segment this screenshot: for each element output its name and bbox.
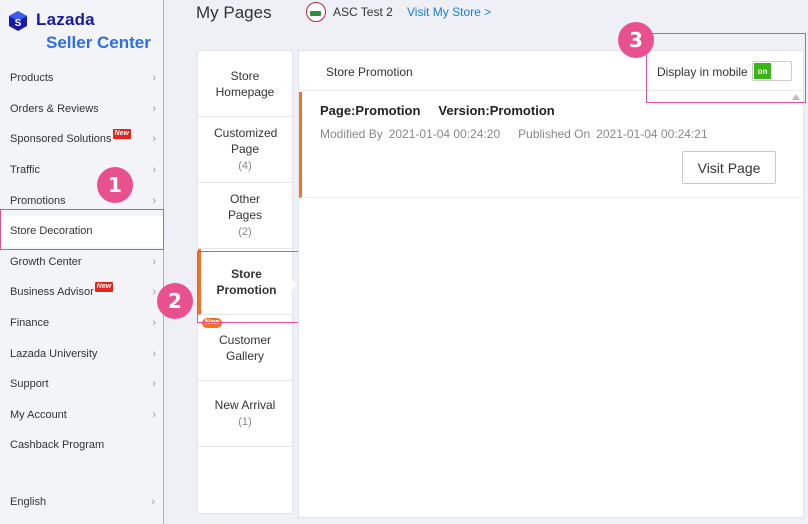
chevron-right-icon: ›: [151, 496, 155, 508]
sidebar-item-support[interactable]: Support ›: [0, 369, 164, 400]
panel-title: Store Promotion: [326, 65, 413, 79]
sidebar-item-my-account[interactable]: My Account ›: [0, 400, 164, 431]
store-logo-icon: [306, 2, 326, 22]
language-selector[interactable]: English: [10, 496, 46, 508]
chevron-right-icon: ›: [152, 72, 156, 85]
product-name: Seller Center: [46, 33, 151, 52]
lazada-logo[interactable]: S Lazada Seller Center: [8, 8, 158, 56]
brand-name: Lazada: [36, 10, 95, 29]
sidebar-item-label: Business Advisor: [10, 286, 94, 299]
tab-customized-page[interactable]: Customized Page (4): [198, 117, 292, 183]
sidebar-item-label: Support: [10, 378, 49, 391]
sidebar-item-label: My Account: [10, 408, 67, 421]
page-title: My Pages: [196, 3, 272, 22]
tab-label: Store Homepage: [215, 68, 275, 99]
sidebar-item-label: Sponsored Solutions: [10, 133, 112, 146]
new-badge: New: [94, 282, 114, 293]
sidebar-item-business-advisor[interactable]: Business Advisor New ›: [0, 277, 164, 308]
step-marker-1: 1: [97, 167, 133, 203]
published-at: 2021-01-04 00:24:21: [596, 127, 708, 141]
tab-count: (1): [238, 416, 252, 428]
scroll-up-icon[interactable]: [792, 94, 800, 100]
sidebar-item-label: Finance: [10, 317, 50, 330]
tab-count: (4): [238, 160, 252, 172]
visit-my-store-link[interactable]: Visit My Store >: [407, 5, 491, 19]
sidebar-item-orders-reviews[interactable]: Orders & Reviews ›: [0, 94, 164, 125]
modified-at: 2021-01-04 00:24:20: [388, 127, 501, 141]
tab-label: Other Pages: [227, 192, 263, 222]
highlight-box-store-promotion: [197, 251, 306, 323]
sidebar-item-label: Traffic: [10, 164, 40, 177]
tab-store-homepage[interactable]: Store Homepage: [198, 51, 292, 117]
store-name: ASC Test 2: [333, 5, 393, 19]
sidebar-item-finance[interactable]: Finance ›: [0, 308, 164, 339]
tab-label: New Arrival: [214, 398, 276, 412]
sidebar-item-traffic[interactable]: Traffic ›: [0, 155, 164, 186]
highlight-box-display-mobile: [646, 33, 806, 103]
chevron-right-icon: ›: [152, 255, 156, 268]
visit-page-button[interactable]: Visit Page: [682, 151, 776, 184]
sidebar-item-products[interactable]: Products ›: [0, 63, 164, 94]
tab-new-arrival[interactable]: New Arrival (1): [198, 381, 292, 447]
sidebar-item-label: Orders & Reviews: [10, 102, 99, 115]
page-card: Page:Promotion Version:Promotion Modified…: [299, 92, 803, 198]
lazada-logo-icon: S: [9, 11, 27, 31]
sidebar-item-lazada-university[interactable]: Lazada University ›: [0, 338, 164, 369]
chevron-right-icon: ›: [152, 194, 156, 207]
tab-count: (2): [238, 226, 252, 238]
sidebar-item-label: Cashback Program: [10, 439, 105, 452]
highlight-box-store-decoration: [0, 209, 164, 250]
chevron-right-icon: ›: [152, 408, 156, 421]
sidebar-item-label: Promotions: [10, 194, 66, 207]
version-name: Version:Promotion: [438, 103, 555, 118]
tab-customer-gallery[interactable]: New Customer Gallery: [198, 315, 292, 381]
tab-other-pages[interactable]: Other Pages (2): [198, 183, 292, 249]
step-marker-2: 2: [157, 283, 193, 319]
tab-label: Customized Page: [214, 126, 278, 156]
new-badge: New: [112, 129, 131, 140]
chevron-right-icon: ›: [152, 133, 156, 146]
card-title: Page:Promotion Version:Promotion: [320, 103, 555, 118]
sidebar: S Lazada Seller Center Products › Orders &…: [0, 0, 164, 524]
card-meta: Modified By 2021-01-04 00:24:20 Published …: [320, 127, 714, 141]
sidebar-item-label: Growth Center: [10, 255, 82, 268]
published-on-label: Published On: [518, 127, 591, 141]
sidebar-nav: Products › Orders & Reviews › Sponsored Solu…: [0, 63, 164, 461]
sidebar-item-label: Products: [10, 72, 54, 85]
svg-text:S: S: [15, 18, 22, 29]
sidebar-item-sponsored-solutions[interactable]: Sponsored Solutions New ›: [0, 124, 164, 155]
main-panel: Store Promotion Display in mobile on Pag…: [298, 50, 804, 518]
chevron-right-icon: ›: [152, 347, 156, 360]
step-marker-3: 3: [618, 22, 654, 58]
sidebar-item-label: Lazada University: [10, 347, 98, 360]
tab-label: Customer Gallery: [218, 332, 271, 363]
chevron-right-icon: ›: [152, 286, 156, 299]
sidebar-item-growth-center[interactable]: Growth Center ›: [0, 247, 164, 278]
page-name: Page:Promotion: [320, 103, 421, 118]
chevron-right-icon: ›: [152, 317, 156, 330]
chevron-right-icon: ›: [152, 164, 156, 177]
chevron-right-icon: ›: [152, 102, 156, 115]
chevron-right-icon: ›: [152, 378, 156, 391]
modified-by-label: Modified By: [320, 127, 383, 141]
sidebar-item-cashback-program[interactable]: Cashback Program: [0, 430, 164, 461]
